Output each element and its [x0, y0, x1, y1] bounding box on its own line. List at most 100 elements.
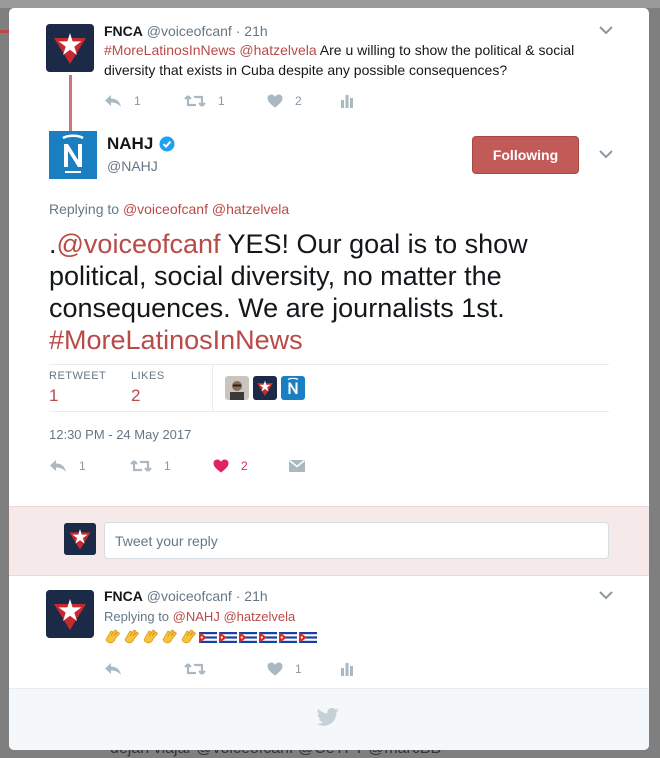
heart-icon: [267, 94, 283, 108]
reply-tweet-emoji: [104, 629, 317, 645]
reply-action[interactable]: 1: [49, 458, 86, 474]
replying-to-line: Replying to @voiceofcanf @hatzelvela: [49, 201, 289, 217]
reply-composer: [9, 506, 649, 576]
reply-action[interactable]: [104, 661, 122, 677]
analytics-action[interactable]: [340, 661, 354, 677]
tweet-time[interactable]: 21h: [244, 23, 267, 39]
retweet-action[interactable]: [184, 661, 206, 677]
hashtag-link[interactable]: #MoreLatinosInNews: [104, 42, 236, 58]
likes-stat-label: LIKES: [131, 370, 165, 382]
heart-icon: [267, 662, 283, 676]
clapping-hands-icon: [105, 629, 121, 644]
reply-count: 1: [79, 459, 86, 473]
replying-mention[interactable]: @NAHJ: [173, 609, 220, 624]
author-name[interactable]: FNCA: [104, 588, 143, 604]
fnca-avatar[interactable]: [46, 24, 94, 72]
retweet-stat-label: RETWEET: [49, 370, 107, 382]
cuba-flag-icon: [239, 631, 257, 643]
mention-link[interactable]: @voiceofcanf: [57, 229, 221, 259]
analytics-icon: [341, 95, 353, 108]
cuba-flag-icon: [259, 631, 277, 643]
tweet-time-sep: ·: [235, 588, 241, 604]
retweet-icon: [184, 663, 206, 675]
replying-prefix: Replying to: [104, 609, 170, 624]
main-tweet-actions: 1 1 2: [49, 458, 349, 474]
clapping-hands-icon: [143, 629, 159, 644]
tweet-datetime[interactable]: 12:30 PM - 24 May 2017: [49, 427, 191, 442]
cuba-flag-icon: [279, 631, 297, 643]
stats-top-divider: [49, 364, 609, 365]
like-action[interactable]: 2: [267, 93, 302, 109]
text-prefix: .: [49, 229, 57, 259]
liker-avatar-nahj[interactable]: [281, 376, 305, 400]
parent-tweet[interactable]: FNCA @voiceofcanf · 21h #MoreLatinosInNe…: [9, 8, 649, 133]
author-handle[interactable]: @voiceofcanf: [147, 588, 232, 604]
replying-to-line: Replying to @NAHJ @hatzelvela: [104, 609, 295, 624]
main-author-name[interactable]: NAHJ: [107, 134, 153, 154]
main-author-handle[interactable]: @NAHJ: [107, 158, 158, 174]
reply-action[interactable]: 1: [104, 93, 141, 109]
replying-prefix: Replying to: [49, 201, 120, 217]
current-user-avatar[interactable]: [64, 523, 96, 555]
retweet-count: 1: [164, 459, 171, 473]
analytics-action[interactable]: [340, 93, 354, 109]
like-action[interactable]: 1: [267, 661, 302, 677]
direct-message-action[interactable]: [289, 458, 305, 474]
like-action[interactable]: 2: [213, 458, 248, 474]
stats-divider: [212, 364, 213, 412]
likes-stat[interactable]: LIKES 2: [131, 370, 165, 406]
mention-link[interactable]: @hatzelvela: [239, 42, 316, 58]
cuba-flag-icon: [299, 631, 317, 643]
retweet-stat[interactable]: RETWEET 1: [49, 370, 106, 406]
main-author-name-row: NAHJ: [107, 134, 175, 154]
likers-avatars: [225, 376, 305, 400]
tweet-time[interactable]: 21h: [244, 588, 267, 604]
replying-mention[interactable]: @hatzelvela: [212, 201, 289, 217]
heart-icon: [213, 459, 229, 473]
liker-avatar-fnca[interactable]: [253, 376, 277, 400]
replying-mention[interactable]: @hatzelvela: [223, 609, 295, 624]
clapping-hands-icon: [124, 629, 140, 644]
reply-tweet-actions: 1: [104, 661, 404, 677]
parent-tweet-actions: 1 1 2: [104, 93, 404, 109]
fnca-avatar[interactable]: [46, 590, 94, 638]
author-name[interactable]: FNCA: [104, 23, 143, 39]
chevron-down-icon[interactable]: [599, 590, 613, 600]
reply-icon: [50, 460, 66, 472]
like-count: 2: [241, 459, 248, 473]
cuba-flag-icon: [219, 631, 237, 643]
verified-badge-icon: [159, 136, 175, 152]
retweet-icon: [184, 95, 206, 107]
tweet-reply-input[interactable]: [104, 522, 609, 559]
reply-icon: [105, 95, 121, 107]
reply-icon: [105, 663, 121, 675]
thread-connector: [69, 75, 72, 133]
parent-tweet-text: #MoreLatinosInNews @hatzelvela Are u wil…: [104, 40, 614, 80]
chevron-down-icon[interactable]: [599, 25, 613, 35]
main-tweet-text: .@voiceofcanf YES! Our goal is to show p…: [49, 228, 589, 356]
reply-tweet-header: FNCA @voiceofcanf · 21h: [104, 588, 268, 604]
tweet-permalink-modal: FNCA @voiceofcanf · 21h #MoreLatinosInNe…: [9, 8, 649, 750]
parent-tweet-header: FNCA @voiceofcanf · 21h: [104, 23, 268, 39]
retweet-count: 1: [218, 94, 225, 108]
backdrop-timeline-strip: [0, 0, 660, 8]
replying-mention[interactable]: @voiceofcanf: [123, 201, 208, 217]
retweet-action[interactable]: 1: [184, 93, 225, 109]
chevron-down-icon[interactable]: [599, 149, 613, 159]
modal-footer: [9, 688, 649, 750]
clapping-hands-icon: [181, 629, 197, 644]
nahj-avatar[interactable]: [49, 131, 97, 179]
following-button[interactable]: Following: [472, 136, 579, 174]
retweet-action[interactable]: 1: [130, 458, 171, 474]
hashtag-link[interactable]: #MoreLatinosInNews: [49, 325, 303, 355]
like-count: 2: [295, 94, 302, 108]
twitter-bird-icon[interactable]: [317, 707, 339, 727]
cuba-flag-icon: [199, 631, 217, 643]
stats-bottom-divider: [49, 411, 609, 412]
like-count: 1: [295, 662, 302, 676]
retweet-stat-value: 1: [49, 386, 59, 405]
author-handle[interactable]: @voiceofcanf: [147, 23, 232, 39]
analytics-icon: [341, 663, 353, 676]
envelope-icon: [289, 459, 305, 472]
liker-avatar-person[interactable]: [225, 376, 249, 400]
